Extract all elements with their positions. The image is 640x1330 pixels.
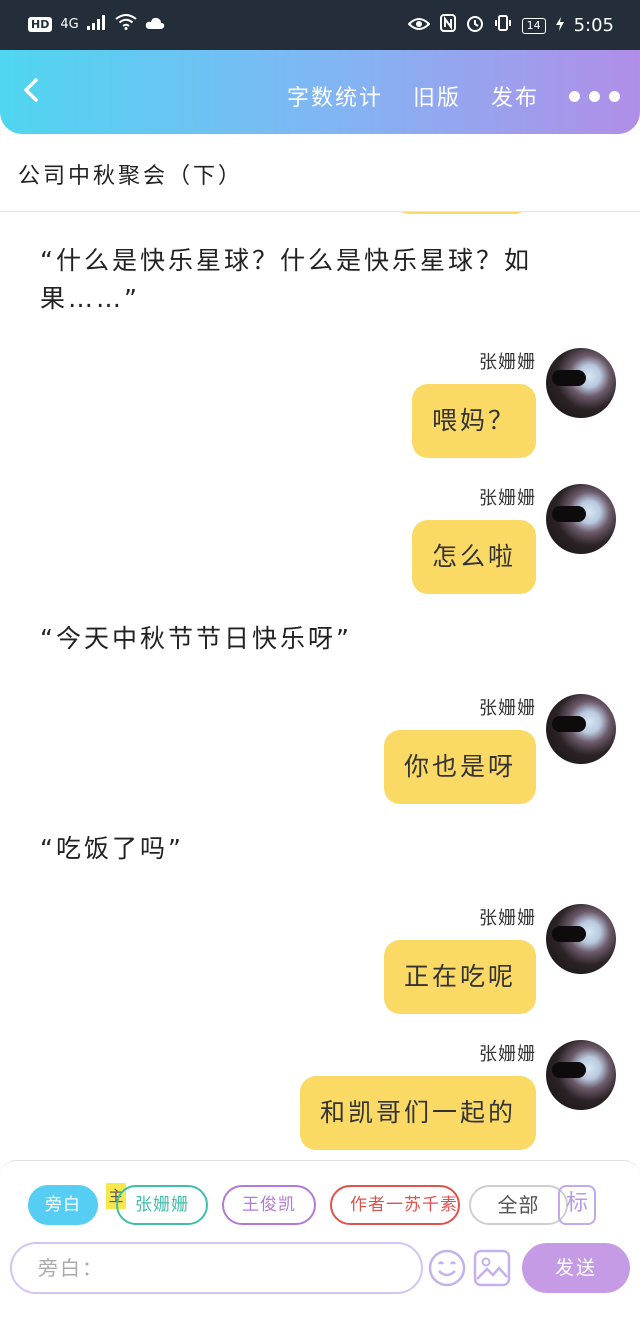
all-roles-button[interactable]: 全部 [469, 1185, 568, 1225]
message-bubble[interactable]: 喂妈？ [411, 384, 536, 458]
app-header: 字数统计 旧版 发布 [0, 50, 640, 134]
clock: 5:05 [573, 15, 614, 36]
status-bar: HD 4G 14 5:05 [0, 0, 640, 50]
more-dot-icon [609, 90, 620, 102]
story-title: 公司中秋聚会（下） [18, 164, 244, 189]
message-bubble[interactable]: 怎么啦 [411, 520, 536, 594]
vibrate-icon [494, 14, 512, 37]
message-input[interactable]: 旁白： [10, 1242, 423, 1294]
chevron-left-icon [24, 78, 38, 102]
chat-message[interactable]: 张姗姗 和凯哥们一起的 [20, 1040, 620, 1162]
tag-button[interactable]: 标 [558, 1185, 596, 1225]
cloud-icon [145, 15, 165, 35]
message-bubble[interactable]: 你也是呀 [383, 730, 536, 804]
sender-name: 张姗姗 [479, 1044, 536, 1065]
send-button[interactable]: 发送 [522, 1243, 630, 1293]
old-version-button[interactable]: 旧版 [413, 80, 461, 112]
signal-icon [86, 14, 107, 35]
message-bubble[interactable]: 和凯哥们一起的 [299, 1076, 536, 1150]
previous-bubble-edge [395, 212, 529, 214]
wifi-icon [115, 14, 137, 35]
image-button[interactable] [472, 1248, 512, 1288]
avatar[interactable] [546, 1040, 616, 1110]
narration-text[interactable]: “什么是快乐星球？什么是快乐星球？如果……” [40, 242, 580, 318]
sender-name: 张姗姗 [479, 698, 536, 719]
role-selector: 旁白 主 张姗姗 王俊凯 作者一苏千素 全部 [28, 1183, 628, 1231]
word-count-button[interactable]: 字数统计 [287, 80, 383, 112]
avatar[interactable] [546, 694, 616, 764]
emoji-button[interactable] [427, 1248, 467, 1288]
role-wangjunkai-button[interactable]: 王俊凯 [222, 1185, 316, 1225]
chat-area[interactable]: “什么是快乐星球？什么是快乐星球？如果……” 张姗姗 喂妈？ 张姗姗 怎么啦 “… [0, 212, 640, 1162]
story-title-bar[interactable]: 公司中秋聚会（下） [0, 134, 640, 212]
chat-message[interactable]: 张姗姗 你也是呀 [20, 694, 620, 824]
role-author-button[interactable]: 作者一苏千素 [330, 1185, 460, 1225]
sender-name: 张姗姗 [479, 488, 536, 509]
hd-indicator: HD [28, 17, 53, 32]
image-icon [473, 1249, 511, 1287]
more-dot-icon [589, 90, 600, 102]
more-dot-icon [569, 90, 580, 102]
avatar[interactable] [546, 484, 616, 554]
nfc-icon [439, 14, 456, 37]
avatar[interactable] [546, 348, 616, 418]
narration-text[interactable]: “今天中秋节节日快乐呀” [40, 620, 580, 658]
publish-button[interactable]: 发布 [491, 80, 539, 112]
chat-message[interactable]: 张姗姗 怎么啦 [20, 484, 620, 614]
smiley-icon [428, 1249, 466, 1287]
eye-icon [407, 16, 430, 36]
back-button[interactable] [18, 76, 50, 108]
chat-message[interactable]: 张姗姗 正在吃呢 [20, 904, 620, 1034]
charging-icon [555, 16, 564, 36]
network-type: 4G [60, 17, 79, 32]
message-bubble[interactable]: 正在吃呢 [383, 940, 536, 1014]
sender-name: 张姗姗 [479, 908, 536, 929]
alarm-icon [466, 14, 484, 37]
role-narrator-button[interactable]: 旁白 [28, 1185, 98, 1225]
chat-message[interactable]: 张姗姗 喂妈？ [20, 348, 620, 478]
narration-text[interactable]: “吃饭了吗” [40, 830, 580, 868]
avatar[interactable] [546, 904, 616, 974]
battery-level: 14 [521, 17, 546, 34]
role-zhangshanshan-button[interactable]: 张姗姗 [116, 1185, 208, 1225]
sender-name: 张姗姗 [479, 352, 536, 373]
more-options-button[interactable] [569, 90, 620, 102]
